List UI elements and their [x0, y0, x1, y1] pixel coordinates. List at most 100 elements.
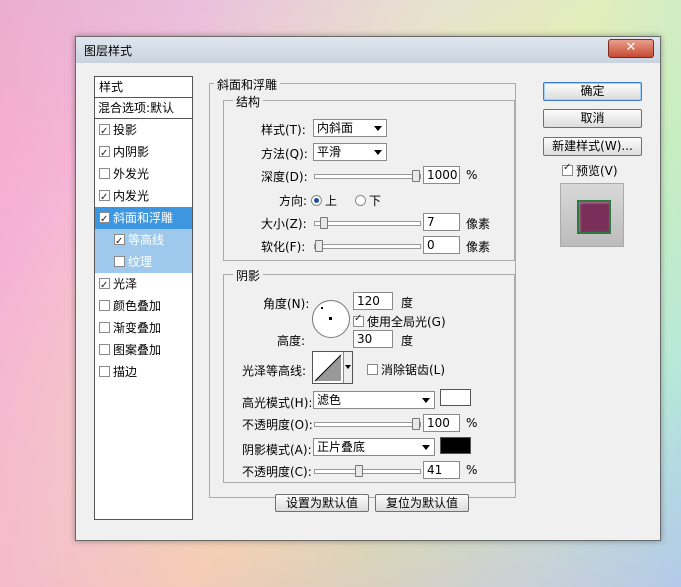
- depth-label: 深度(D):: [261, 170, 308, 184]
- checkbox-icon[interactable]: [114, 256, 125, 267]
- angle-input[interactable]: 120: [353, 292, 393, 310]
- style-preview-swatch: [577, 200, 611, 234]
- style-list-item-label: 外发光: [113, 167, 150, 181]
- soften-label: 软化(F):: [261, 240, 306, 254]
- chevron-down-icon: [374, 126, 382, 131]
- size-input[interactable]: 7: [423, 213, 460, 231]
- checkbox-icon[interactable]: [99, 300, 110, 311]
- highlight-opacity-slider[interactable]: [314, 418, 421, 430]
- style-list-item-label: 纹理: [128, 255, 153, 269]
- size-unit: 像素: [466, 217, 491, 231]
- global-light-label: 使用全局光(G): [367, 315, 446, 329]
- shadow-opacity-slider-thumb[interactable]: [355, 465, 363, 477]
- technique-select[interactable]: 平滑: [313, 143, 387, 161]
- checkbox-icon[interactable]: [99, 209, 110, 231]
- soften-slider[interactable]: [314, 240, 421, 252]
- shading-title: 阴影: [233, 267, 264, 284]
- soften-slider-thumb[interactable]: [315, 240, 323, 252]
- contour-dropdown-arrow[interactable]: [343, 352, 352, 383]
- shadow-mode-value: 正片叠底: [317, 440, 366, 454]
- highlight-mode-select[interactable]: 滤色: [313, 391, 435, 409]
- reset-default-button[interactable]: 复位为默认值: [375, 494, 469, 512]
- style-list-item[interactable]: 斜面和浮雕: [95, 207, 192, 231]
- style-list-header[interactable]: 样式: [95, 77, 192, 98]
- shadow-opacity-unit: %: [466, 463, 478, 477]
- make-default-button[interactable]: 设置为默认值: [275, 494, 369, 512]
- style-list-item[interactable]: 描边: [95, 361, 192, 383]
- highlight-mode-value: 滤色: [317, 393, 342, 407]
- shadow-opacity-slider[interactable]: [314, 465, 421, 477]
- style-list-item-label: 投影: [113, 123, 138, 137]
- checkbox-icon[interactable]: [99, 143, 110, 165]
- style-list: 样式 混合选项:默认 投影内阴影外发光内发光斜面和浮雕等高线纹理光泽颜色叠加渐变…: [94, 76, 193, 520]
- global-light-checkbox[interactable]: 使用全局光(G): [353, 313, 446, 330]
- style-list-item-label: 内阴影: [113, 145, 150, 159]
- depth-slider[interactable]: [314, 170, 421, 182]
- altitude-label: 高度:: [277, 334, 306, 348]
- highlight-mode-label: 高光模式(H):: [242, 396, 313, 410]
- direction-up-label: 上: [325, 194, 338, 208]
- ok-button[interactable]: 确定: [543, 82, 642, 101]
- anti-aliased-checkbox[interactable]: 消除锯齿(L): [367, 361, 445, 378]
- angle-dial-pointer: [321, 307, 323, 309]
- title-bar[interactable]: 图层样式 ✕: [76, 37, 660, 63]
- dialog-body: 样式 混合选项:默认 投影内阴影外发光内发光斜面和浮雕等高线纹理光泽颜色叠加渐变…: [83, 67, 653, 533]
- checkbox-icon[interactable]: [99, 168, 110, 179]
- direction-down-radio[interactable]: 下: [355, 192, 381, 209]
- highlight-opacity-unit: %: [466, 416, 478, 430]
- chevron-down-icon: [374, 150, 382, 155]
- preview-checkbox[interactable]: 预览(V): [562, 162, 618, 179]
- style-list-item[interactable]: 光泽: [95, 273, 192, 297]
- style-list-item-label: 光泽: [113, 277, 138, 291]
- blend-options-item[interactable]: 混合选项:默认: [95, 98, 192, 119]
- style-list-item[interactable]: 等高线: [95, 229, 192, 253]
- size-slider[interactable]: [314, 217, 421, 229]
- bevel-emboss-title: 斜面和浮雕: [214, 76, 281, 93]
- checkbox-icon[interactable]: [99, 322, 110, 333]
- contour-preview-icon: [314, 354, 342, 382]
- soften-unit: 像素: [466, 240, 491, 254]
- style-list-item[interactable]: 纹理: [95, 251, 192, 273]
- depth-unit: %: [466, 168, 478, 182]
- depth-input[interactable]: 1000: [423, 166, 460, 184]
- gloss-contour-picker[interactable]: [312, 351, 353, 384]
- style-select[interactable]: 内斜面: [313, 119, 387, 137]
- shadow-mode-select[interactable]: 正片叠底: [313, 438, 435, 456]
- altitude-unit: 度: [401, 334, 414, 348]
- close-button[interactable]: ✕: [608, 39, 654, 58]
- direction-up-radio[interactable]: 上: [311, 192, 337, 209]
- checkbox-icon[interactable]: [99, 121, 110, 143]
- soften-input[interactable]: 0: [423, 236, 460, 254]
- style-list-item-label: 图案叠加: [113, 343, 162, 357]
- style-list-item[interactable]: 外发光: [95, 163, 192, 185]
- style-select-value: 内斜面: [317, 121, 354, 135]
- style-list-item[interactable]: 图案叠加: [95, 339, 192, 361]
- style-list-item[interactable]: 渐变叠加: [95, 317, 192, 339]
- highlight-opacity-input[interactable]: 100: [423, 414, 460, 432]
- chevron-down-icon: [345, 365, 351, 369]
- shadow-opacity-input[interactable]: 41: [423, 461, 460, 479]
- technique-select-value: 平滑: [317, 145, 342, 159]
- angle-dial[interactable]: [312, 300, 350, 338]
- size-slider-thumb[interactable]: [320, 217, 328, 229]
- checkbox-icon[interactable]: [114, 231, 125, 253]
- style-list-item[interactable]: 内发光: [95, 185, 192, 209]
- new-style-button[interactable]: 新建样式(W)...: [543, 137, 642, 156]
- checkbox-icon[interactable]: [99, 187, 110, 209]
- checkbox-icon[interactable]: [99, 344, 110, 355]
- checkbox-icon[interactable]: [99, 275, 110, 297]
- highlight-color-swatch[interactable]: [440, 389, 471, 406]
- direction-label: 方向:: [279, 194, 308, 208]
- depth-slider-thumb[interactable]: [412, 170, 420, 182]
- style-list-item[interactable]: 投影: [95, 119, 192, 143]
- style-list-item[interactable]: 内阴影: [95, 141, 192, 165]
- altitude-input[interactable]: 30: [353, 330, 393, 348]
- highlight-opacity-slider-thumb[interactable]: [412, 418, 420, 430]
- shadow-color-swatch[interactable]: [440, 437, 471, 454]
- window-title: 图层样式: [84, 44, 133, 58]
- checkbox-icon[interactable]: [99, 366, 110, 377]
- cancel-button[interactable]: 取消: [543, 109, 642, 128]
- style-list-items: 投影内阴影外发光内发光斜面和浮雕等高线纹理光泽颜色叠加渐变叠加图案叠加描边: [95, 119, 192, 383]
- style-list-item[interactable]: 颜色叠加: [95, 295, 192, 317]
- radio-icon: [311, 195, 322, 206]
